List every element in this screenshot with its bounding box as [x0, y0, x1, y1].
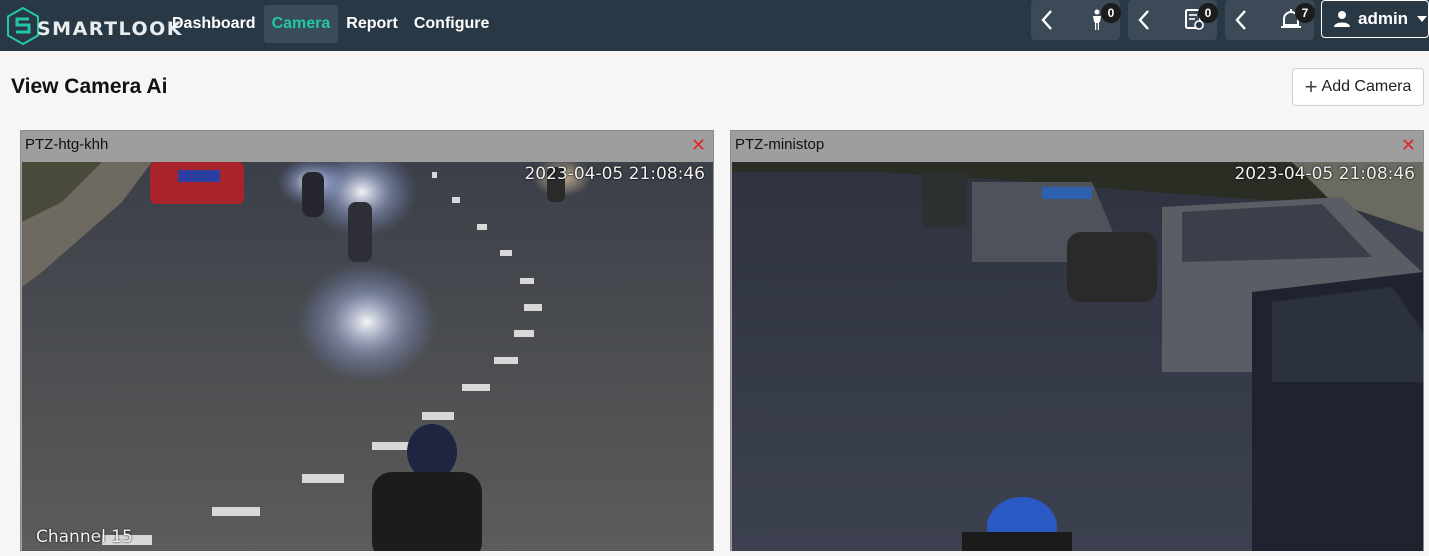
top-navbar: SMARTLOOK Dashboard Camera Report Config… — [0, 0, 1429, 51]
camera-panel: PTZ-ministop ✕ 2023-04-05 21:08:46 — [730, 130, 1424, 551]
document-alert-count: 0 — [1198, 3, 1218, 23]
bell-alert-button[interactable]: 7 — [1273, 0, 1315, 40]
camera-channel-label: Channel 15 — [36, 527, 133, 547]
user-name: admin — [1358, 9, 1409, 28]
document-alert-group: 0 — [1128, 0, 1218, 40]
smartlook-s-logo-icon — [7, 7, 39, 45]
parked-cars-scene — [732, 162, 1423, 551]
person-alert-group: 0 — [1031, 0, 1121, 40]
chevron-left-icon[interactable] — [1130, 0, 1158, 40]
brand-name: SMARTLOOK — [37, 18, 183, 40]
brand-logo[interactable]: SMARTLOOK — [7, 6, 183, 46]
bell-alert-count: 7 — [1295, 3, 1315, 23]
main-nav: Dashboard Camera Report Configure — [164, 5, 497, 43]
camera-name: PTZ-ministop — [735, 136, 825, 153]
person-alert-count: 0 — [1101, 3, 1121, 23]
camera-panel: PTZ-htg-khh ✕ 2023-04-05 21:08:46 Channe… — [20, 130, 714, 551]
plus-icon: + — [1304, 74, 1318, 99]
bell-alert-group: 7 — [1225, 0, 1315, 40]
user-icon — [1334, 11, 1350, 27]
chevron-left-icon[interactable] — [1227, 0, 1255, 40]
camera-timestamp: 2023-04-05 21:08:46 — [1234, 164, 1415, 184]
camera-video-feed[interactable]: 2023-04-05 21:08:46 Channel 15 — [22, 162, 713, 551]
nav-camera[interactable]: Camera — [263, 5, 339, 43]
add-camera-button[interactable]: + Add Camera — [1292, 68, 1424, 106]
nav-report[interactable]: Report — [338, 5, 406, 43]
nav-configure[interactable]: Configure — [406, 5, 498, 43]
caret-down-icon — [1417, 16, 1428, 22]
chevron-left-icon[interactable] — [1033, 0, 1061, 40]
user-menu-button[interactable]: admin — [1321, 0, 1429, 38]
close-icon[interactable]: ✕ — [691, 134, 706, 156]
camera-name: PTZ-htg-khh — [25, 136, 109, 153]
close-icon[interactable]: ✕ — [1401, 134, 1416, 156]
person-alert-button[interactable]: 0 — [1079, 0, 1121, 40]
camera-timestamp: 2023-04-05 21:08:46 — [524, 164, 705, 184]
night-street-scene — [22, 162, 713, 551]
nav-dashboard[interactable]: Dashboard — [164, 5, 264, 43]
document-alert-button[interactable]: 0 — [1176, 0, 1218, 40]
page-title: View Camera Ai — [11, 75, 168, 98]
add-camera-label: Add Camera — [1321, 78, 1412, 95]
camera-video-feed[interactable]: 2023-04-05 21:08:46 — [732, 162, 1423, 551]
